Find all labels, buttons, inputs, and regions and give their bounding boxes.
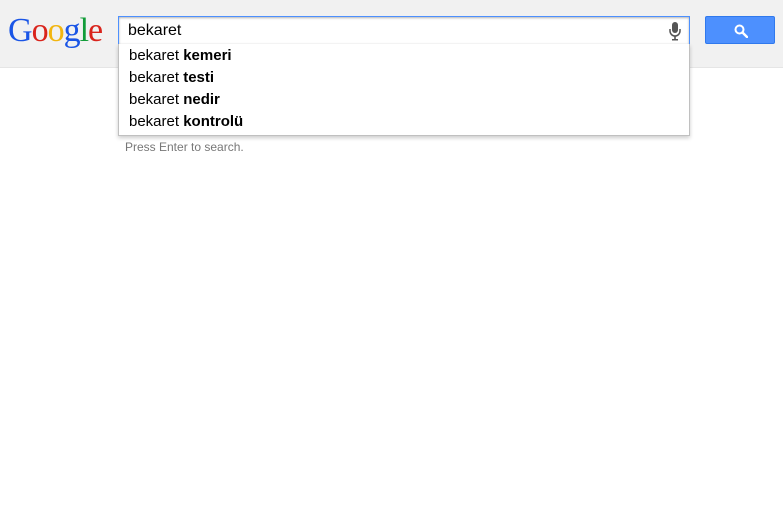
suggestion-completion: testi xyxy=(183,69,215,86)
suggestion-prefix: bekaret xyxy=(129,47,180,64)
logo-letter: g xyxy=(63,12,81,49)
magnifier-icon xyxy=(734,24,748,38)
press-enter-hint: Press Enter to search. xyxy=(125,140,244,154)
logo-letter: e xyxy=(88,12,103,49)
suggestion-dropdown: bekaret kemeri bekaret testi bekaret ned… xyxy=(118,44,690,136)
logo-letter: l xyxy=(79,12,90,49)
suggestion-completion: kontrolü xyxy=(183,113,244,130)
microphone-icon[interactable] xyxy=(667,21,683,41)
suggestion-item[interactable]: bekaret testi xyxy=(119,67,689,89)
google-logo[interactable]: Google xyxy=(8,11,103,51)
suggestion-prefix: bekaret xyxy=(129,69,180,86)
logo-letter: o xyxy=(47,12,65,49)
suggestion-item[interactable]: bekaret kemeri xyxy=(119,45,689,67)
suggestion-completion: nedir xyxy=(183,91,220,108)
suggestion-item[interactable]: bekaret kontrolü xyxy=(119,111,689,133)
logo-letter: G xyxy=(8,12,33,49)
suggestion-prefix: bekaret xyxy=(129,113,180,130)
suggestion-item[interactable]: bekaret nedir xyxy=(119,89,689,111)
suggestion-prefix: bekaret xyxy=(129,91,180,108)
search-input[interactable] xyxy=(128,17,648,44)
search-button[interactable] xyxy=(705,16,775,44)
search-box[interactable] xyxy=(118,16,690,45)
suggestion-completion: kemeri xyxy=(183,47,232,64)
logo-letter: o xyxy=(31,12,49,49)
